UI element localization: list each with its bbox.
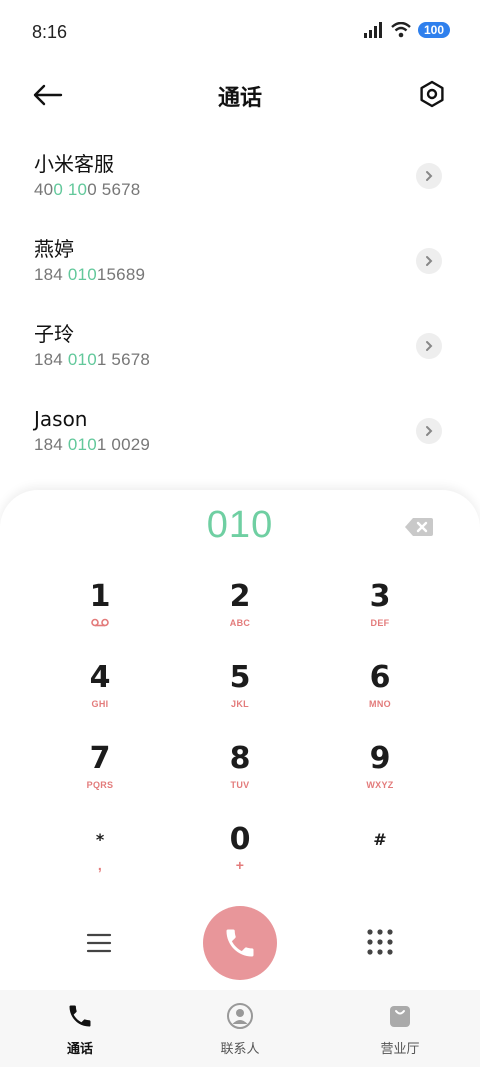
chevron-right-icon: [426, 426, 433, 436]
contact-number: 184 0101 5678: [34, 350, 151, 369]
contact-name: 子玲: [34, 322, 74, 346]
signal-icon: [363, 22, 382, 38]
key-0[interactable]: 0 +: [180, 823, 300, 897]
bottom-nav: 通话 联系人 营业厅: [0, 990, 480, 1067]
contact-item[interactable]: 子玲 184 0101 5678: [0, 308, 480, 393]
keypad-toggle-button[interactable]: [364, 926, 396, 958]
menu-button[interactable]: [84, 928, 114, 958]
gear-icon: [420, 80, 444, 108]
status-time: 8:16: [32, 22, 68, 42]
contact-item[interactable]: 小米客服 400 100 5678: [0, 138, 480, 223]
key-5[interactable]: 5 JKL: [180, 661, 300, 735]
nav-label: 营业厅: [380, 1042, 420, 1057]
nav-label: 联系人: [220, 1042, 260, 1057]
nav-calls[interactable]: 通话: [0, 990, 160, 1067]
backspace-icon: [405, 518, 433, 536]
battery-icon: 100: [417, 22, 450, 38]
key-2[interactable]: 2 ABC: [180, 580, 300, 654]
key-6[interactable]: 6 MNO: [320, 661, 440, 735]
contact-name: 燕婷: [34, 237, 74, 261]
contact-name: Jason: [34, 407, 88, 431]
key-9[interactable]: 9 WXYZ: [320, 742, 440, 816]
page-title: 通话: [217, 86, 262, 111]
contact-item[interactable]: 燕婷 184 01015689: [0, 223, 480, 308]
settings-button[interactable]: [414, 76, 450, 112]
app-header: 通话: [0, 70, 480, 120]
chevron-right-icon: [426, 171, 433, 181]
contact-detail-button[interactable]: [416, 418, 442, 444]
contact-name: 小米客服: [34, 152, 114, 176]
contact-detail-button[interactable]: [416, 163, 442, 189]
contact-number: 184 01015689: [34, 265, 146, 284]
dialer-panel: 010 1 2 ABC 3 DEF 4 GHI 5 JKL 6 MNO 7 PQ…: [0, 490, 480, 990]
dialpad-icon: [367, 929, 393, 955]
wifi-icon: [391, 22, 411, 38]
contact-number: 400 100 5678: [34, 180, 141, 199]
nav-store[interactable]: 营业厅: [320, 990, 480, 1067]
contact-list: 小米客服 400 100 5678 燕婷 184 01015689 子玲 184…: [0, 138, 480, 478]
key-4[interactable]: 4 GHI: [40, 661, 160, 735]
dial-actions: [0, 906, 480, 980]
person-icon: [227, 1003, 253, 1029]
key-7[interactable]: 7 PQRS: [40, 742, 160, 816]
status-icons: 100: [363, 22, 450, 38]
key-star[interactable]: * ,: [40, 823, 160, 897]
key-8[interactable]: 8 TUV: [180, 742, 300, 816]
backspace-button[interactable]: [404, 516, 434, 538]
call-button[interactable]: [203, 906, 277, 980]
menu-icon: [86, 933, 112, 953]
phone-screen: 8:16 100 通话 小米客服 400 100 5678 燕婷 184 010…: [0, 0, 480, 1067]
chevron-right-icon: [426, 341, 433, 351]
key-hash[interactable]: #: [320, 823, 440, 897]
status-bar: 8:16 100: [0, 0, 480, 68]
contact-detail-button[interactable]: [416, 333, 442, 359]
contact-detail-button[interactable]: [416, 248, 442, 274]
voicemail-icon: [40, 618, 160, 629]
contact-item[interactable]: Jason 184 0101 0029: [0, 393, 480, 478]
contact-number: 184 0101 0029: [34, 435, 151, 454]
phone-icon: [226, 929, 254, 957]
nav-label: 通话: [66, 1042, 93, 1057]
key-3[interactable]: 3 DEF: [320, 580, 440, 654]
shopping-bag-icon: [390, 1006, 410, 1027]
key-1[interactable]: 1: [40, 580, 160, 654]
phone-icon: [69, 1005, 91, 1027]
chevron-right-icon: [426, 256, 433, 266]
nav-contacts[interactable]: 联系人: [160, 990, 320, 1067]
